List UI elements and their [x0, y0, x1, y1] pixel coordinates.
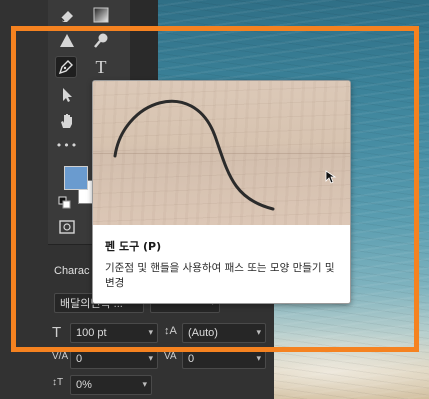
arrow-icon[interactable]: [56, 84, 78, 106]
tracking-value: 0: [188, 353, 195, 365]
tooltip-preview-image: [93, 81, 350, 225]
eraser-icon[interactable]: [56, 4, 78, 26]
chevron-down-icon: ▾: [148, 327, 153, 337]
leading-input[interactable]: (Auto) ▾: [182, 323, 266, 343]
character-panel-tab[interactable]: Charac: [54, 265, 89, 277]
font-size-input[interactable]: 100 pt ▾: [70, 323, 158, 343]
font-size-icon: T: [52, 324, 62, 341]
triangle-icon[interactable]: [56, 30, 78, 52]
pen-tool-tooltip: 펜 도구 (P) 기준점 및 핸들을 사용하여 패스 또는 모양 만들기 및 변…: [92, 80, 351, 304]
chevron-down-icon: ▾: [142, 379, 147, 389]
pen-path-illustration: [113, 99, 275, 211]
chevron-down-icon: ▾: [148, 353, 153, 363]
tooltip-title: 펜 도구 (P): [105, 240, 162, 253]
leading-icon: ↕A: [164, 325, 177, 337]
pen-icon[interactable]: [55, 56, 77, 78]
foreground-color-swatch[interactable]: [64, 166, 88, 190]
more-icon[interactable]: •••: [56, 134, 78, 156]
vertical-scale-input[interactable]: 0% ▾: [70, 375, 152, 395]
default-colors-icon[interactable]: [58, 196, 72, 210]
quick-mask-icon[interactable]: [56, 216, 78, 238]
chevron-down-icon: ▾: [256, 327, 261, 337]
leading-value: (Auto): [188, 327, 218, 339]
vertical-scale-icon: ↕T: [52, 377, 64, 388]
font-size-value: 100 pt: [76, 327, 107, 339]
toolbar: [0, 0, 48, 399]
kerning-input[interactable]: 0 ▾: [70, 349, 158, 369]
type-icon[interactable]: T: [90, 56, 112, 78]
tracking-input[interactable]: 0 ▾: [182, 349, 266, 369]
chevron-down-icon: ▾: [256, 353, 261, 363]
hand-icon[interactable]: [56, 110, 78, 132]
gradient-icon[interactable]: [90, 4, 112, 26]
vertical-scale-value: 0%: [76, 379, 92, 391]
kerning-icon: V/A: [52, 351, 69, 362]
tracking-icon: VA: [164, 351, 177, 362]
kerning-value: 0: [76, 353, 83, 365]
dodge-icon[interactable]: [90, 30, 112, 52]
tooltip-description: 기준점 및 핸들을 사용하여 패스 또는 모양 만들기 및 변경: [105, 262, 335, 289]
pen-cursor-icon: [325, 170, 337, 184]
